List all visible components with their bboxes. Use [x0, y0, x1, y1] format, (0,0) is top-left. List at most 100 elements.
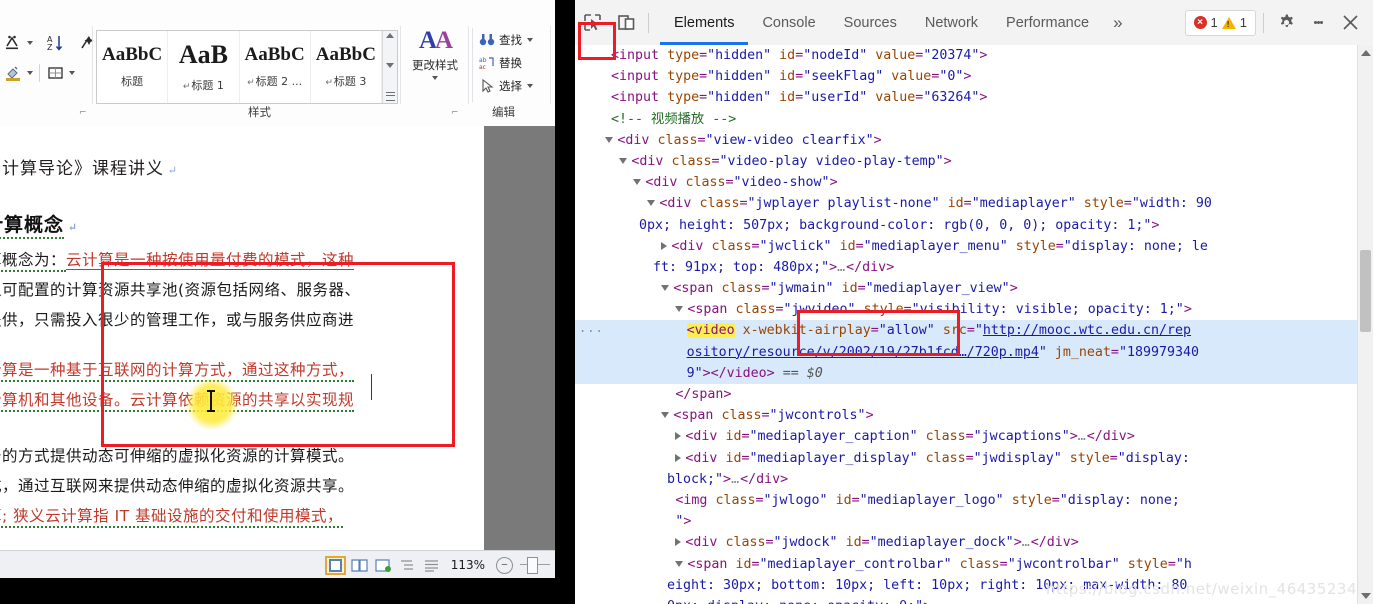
borders-icon[interactable]	[46, 63, 66, 83]
issues-counter[interactable]: × 1 1	[1184, 9, 1256, 36]
dom-line-selected[interactable]: 9"></video> == $0	[575, 362, 1357, 384]
dom-line[interactable]: <input type="hidden" id="seekFlag" value…	[575, 66, 1357, 87]
dom-line-selected[interactable]: ository/resource/v/2002/19/27b1fcd…/720p…	[575, 341, 1357, 363]
dom-line[interactable]: eight: 30px; bottom: 10px; left: 10px; r…	[575, 575, 1357, 596]
chevron-down-icon[interactable]	[527, 37, 533, 42]
scroll-up-icon[interactable]	[386, 33, 394, 38]
dom-line-selected[interactable]: <video x-webkit-airplay="allow" src="htt…	[575, 318, 1357, 342]
find-button[interactable]: 查找	[479, 28, 549, 51]
draft-view-button[interactable]	[423, 558, 440, 573]
print-layout-view-button[interactable]	[324, 555, 346, 575]
dom-line[interactable]: <!-- 视频播放 -->	[575, 109, 1357, 130]
style-item-3[interactable]: AaBbC ↵标题 3	[311, 31, 382, 103]
zoom-out-button[interactable]: −	[496, 556, 513, 574]
change-styles-button[interactable]: AA 更改样式	[404, 28, 466, 102]
expand-triangle-open-icon[interactable]	[633, 179, 642, 186]
tab-console[interactable]: Console	[748, 0, 829, 45]
token-attr: class	[711, 238, 752, 254]
dom-line[interactable]: <div class="jwclick" id="mediaplayer_men…	[575, 236, 1357, 257]
dom-line[interactable]: <span class="jwcontrols">	[575, 405, 1357, 426]
styles-dialog-launcher[interactable]: ⌐	[451, 108, 461, 118]
dom-line[interactable]: </span>	[575, 384, 1357, 405]
expand-triangle-closed-icon[interactable]	[675, 538, 682, 547]
gear-icon[interactable]	[1271, 8, 1301, 38]
style-item-1[interactable]: AaB ↵标题 1	[168, 31, 240, 103]
chevron-down-icon[interactable]	[69, 71, 75, 75]
expand-triangle-open-icon[interactable]	[661, 285, 670, 292]
dom-line[interactable]: <div class="video-play video-play-temp">	[575, 151, 1357, 172]
clear-formatting-icon[interactable]	[77, 33, 97, 53]
screen-edge-bottom	[0, 578, 555, 604]
dom-line[interactable]: <input type="hidden" id="nodeId" value="…	[575, 45, 1357, 66]
scroll-up-icon[interactable]	[1361, 50, 1371, 56]
style-gallery-scrollbar[interactable]	[382, 31, 397, 103]
dom-line[interactable]: <div class="jwplayer playlist-none" id="…	[575, 193, 1357, 214]
chevron-down-icon[interactable]	[27, 41, 33, 45]
select-button[interactable]: 选择	[479, 74, 549, 97]
expand-triangle-open-icon[interactable]	[675, 560, 684, 567]
scroll-down-icon[interactable]	[386, 62, 394, 68]
dom-line[interactable]: <input type="hidden" id="userId" value="…	[575, 87, 1357, 108]
chevron-down-icon[interactable]	[527, 83, 533, 88]
shading-icon[interactable]	[4, 63, 24, 83]
device-toolbar-icon[interactable]	[609, 6, 643, 40]
dom-line[interactable]: <div class="view-video clearfix">	[575, 130, 1357, 151]
dom-line[interactable]: 0px; height: 507px; background-color: rg…	[575, 215, 1357, 236]
expand-triangle-closed-icon[interactable]	[675, 453, 682, 462]
dom-line[interactable]: ">	[575, 511, 1357, 532]
outline-view-button[interactable]	[399, 558, 416, 573]
tab-network[interactable]: Network	[911, 0, 992, 45]
more-styles-icon[interactable]	[385, 92, 395, 101]
token-attr: style	[1083, 196, 1124, 212]
token-attr: id	[779, 48, 796, 63]
dom-line[interactable]: 0px; display: none; opacity: 0;">	[575, 596, 1357, 604]
tab-sources[interactable]: Sources	[830, 0, 911, 45]
more-options-icon[interactable]	[1303, 8, 1333, 38]
replace-button[interactable]: ab ac 替换	[479, 51, 549, 74]
dom-tree[interactable]: <input type="hidden" id="nodeId" value="…	[575, 45, 1357, 604]
word-document-page[interactable]: 云计算导论》课程讲义 ↵ 计算概念 ↵ 算概念为：云计算是一种按使用量付费的模式…	[0, 126, 484, 550]
token-attr: class	[685, 175, 726, 191]
dom-line[interactable]: <div id="mediaplayer_display" class="jwd…	[575, 448, 1357, 469]
expand-triangle-closed-icon[interactable]	[661, 241, 668, 250]
dom-line[interactable]: block;">…</div>	[575, 469, 1357, 490]
paragraph-dialog-launcher[interactable]: ⌐	[79, 108, 89, 118]
dom-line[interactable]: <div id="mediaplayer_caption" class="jwc…	[575, 426, 1357, 447]
web-layout-view-button[interactable]	[375, 558, 392, 573]
expand-triangle-closed-icon[interactable]	[675, 432, 682, 441]
zoom-level[interactable]: 113%	[451, 558, 485, 572]
style-item-0[interactable]: AaBbC 标题	[97, 31, 169, 103]
dom-line[interactable]: <span class="jwvideo" style="visibility:…	[575, 299, 1357, 320]
scrollbar-thumb[interactable]	[1360, 250, 1371, 332]
close-icon[interactable]	[1335, 8, 1365, 38]
inspect-element-icon[interactable]	[575, 6, 609, 40]
sort-icon[interactable]: A Z	[45, 33, 65, 53]
dom-line[interactable]: <img class="jwlogo" id="mediaplayer_logo…	[575, 490, 1357, 511]
tab-elements[interactable]: Elements	[660, 0, 748, 45]
dom-line[interactable]: <div class="video-show">	[575, 172, 1357, 193]
expand-triangle-open-icon[interactable]	[605, 136, 614, 143]
style-item-2[interactable]: AaBbC ↵标题 2 ...	[240, 31, 311, 103]
expand-triangle-open-icon[interactable]	[675, 306, 684, 313]
dom-line[interactable]: ft: 91px; top: 480px;">…</div>	[575, 257, 1357, 278]
expand-triangle-open-icon[interactable]	[619, 157, 628, 164]
expand-ellipsis-marker[interactable]: ...	[579, 318, 604, 339]
expand-triangle-open-icon[interactable]	[661, 412, 670, 419]
expand-triangle-open-icon[interactable]	[647, 200, 656, 207]
show-formatting-icon[interactable]	[4, 33, 24, 53]
dom-line[interactable]: <span id="mediaplayer_controlbar" class=…	[575, 554, 1357, 575]
devtools-scrollbar[interactable]	[1357, 45, 1373, 604]
dom-line[interactable]: <div class="jwdock" id="mediaplayer_dock…	[575, 532, 1357, 553]
chevron-down-icon[interactable]	[432, 76, 438, 80]
elements-tree-container[interactable]: <input type="hidden" id="nodeId" value="…	[575, 45, 1373, 604]
tab-performance[interactable]: Performance	[992, 0, 1103, 45]
chevron-down-icon[interactable]	[27, 71, 33, 75]
dom-line[interactable]: <span class="jwmain" id="mediaplayer_vie…	[575, 278, 1357, 299]
style-gallery[interactable]: AaBbC 标题 AaB ↵标题 1 AaBbC ↵标题 2 ... AaBbC…	[96, 30, 398, 104]
more-tabs-icon[interactable]: »	[1103, 0, 1132, 45]
scroll-down-icon[interactable]	[1361, 593, 1371, 599]
zoom-slider-handle[interactable]	[527, 557, 538, 574]
full-screen-reading-view-button[interactable]	[351, 558, 368, 573]
group-label-styles: 样式	[248, 105, 271, 119]
